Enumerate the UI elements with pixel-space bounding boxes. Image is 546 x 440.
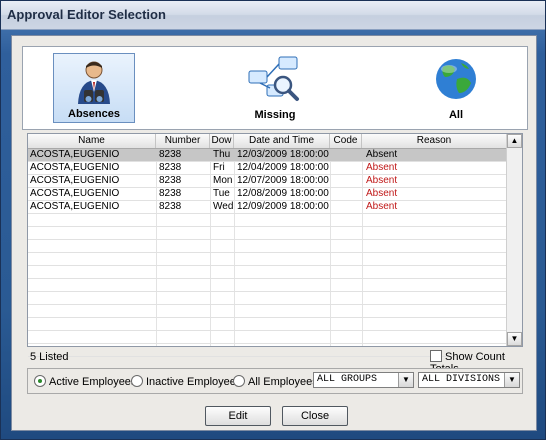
cell-dow: Wed bbox=[213, 201, 234, 212]
grid-header: Name Number Dow Date and Time Code Reaso… bbox=[28, 134, 506, 149]
cell-dow: Fri bbox=[213, 162, 225, 173]
empty-row bbox=[28, 318, 506, 331]
table-row[interactable]: ACOSTA,EUGENIO 8238 Mon 12/07/2009 18:00… bbox=[28, 175, 506, 188]
empty-row bbox=[28, 292, 506, 305]
table-row[interactable]: ACOSTA,EUGENIO 8238 Wed 12/09/2009 18:00… bbox=[28, 201, 506, 214]
empty-row bbox=[28, 279, 506, 292]
cell-reason: Absent bbox=[366, 188, 398, 199]
column-header-number[interactable]: Number bbox=[156, 134, 210, 148]
cell-name: ACOSTA,EUGENIO bbox=[30, 175, 120, 186]
edit-button[interactable]: Edit bbox=[205, 406, 271, 426]
cell-name: ACOSTA,EUGENIO bbox=[30, 149, 120, 160]
empty-row bbox=[28, 240, 506, 253]
column-header-date-time[interactable]: Date and Time bbox=[234, 134, 330, 148]
cell-dow: Tue bbox=[213, 188, 230, 199]
radio-indicator[interactable] bbox=[233, 375, 245, 387]
cell-date-time: 12/09/2009 18:00:00 bbox=[237, 201, 329, 212]
table-row[interactable]: ACOSTA,EUGENIO 8238 Fri 12/04/2009 18:00… bbox=[28, 162, 506, 175]
cell-date-time: 12/08/2009 18:00:00 bbox=[237, 188, 329, 199]
inactive-employees-radio[interactable]: Inactive Employees bbox=[131, 375, 241, 388]
all-label: All bbox=[448, 109, 464, 121]
radio-selected-indicator[interactable] bbox=[34, 375, 46, 387]
groups-dropdown[interactable]: ALL GROUPS ▼ bbox=[313, 372, 414, 388]
empty-row bbox=[28, 266, 506, 279]
title-bar: Approval Editor Selection bbox=[1, 1, 545, 30]
cell-reason: Absent bbox=[366, 201, 398, 212]
inactive-employees-label: Inactive Employees bbox=[146, 376, 242, 388]
missing-label: Missing bbox=[254, 109, 296, 121]
cell-number: 8238 bbox=[159, 201, 182, 212]
all-mode-button[interactable]: All bbox=[415, 53, 497, 123]
table-row[interactable]: ACOSTA,EUGENIO 8238 Thu 12/03/2009 18:00… bbox=[28, 149, 506, 162]
all-globe-icon bbox=[436, 59, 476, 99]
cell-name: ACOSTA,EUGENIO bbox=[30, 162, 120, 173]
missing-mode-button[interactable]: Missing bbox=[234, 53, 316, 123]
column-header-code[interactable]: Code bbox=[330, 134, 362, 148]
cell-number: 8238 bbox=[159, 188, 182, 199]
column-header-dow[interactable]: Dow bbox=[210, 134, 234, 148]
chevron-down-icon[interactable]: ▼ bbox=[398, 373, 413, 387]
approval-grid: Name Number Dow Date and Time Code Reaso… bbox=[27, 133, 523, 357]
cell-number: 8238 bbox=[159, 162, 182, 173]
chevron-down-icon[interactable]: ▼ bbox=[504, 373, 519, 387]
empty-row bbox=[28, 214, 506, 227]
absences-user-binoculars-icon bbox=[78, 61, 110, 104]
empty-row bbox=[28, 331, 506, 344]
radio-indicator[interactable] bbox=[131, 375, 143, 387]
scroll-down-button[interactable]: ▼ bbox=[507, 332, 522, 346]
empty-row bbox=[28, 253, 506, 266]
approval-editor-window: Approval Editor Selection Absences Missi… bbox=[0, 0, 546, 440]
cell-reason: Absent bbox=[366, 149, 398, 160]
empty-row bbox=[28, 227, 506, 240]
cell-name: ACOSTA,EUGENIO bbox=[30, 188, 120, 199]
cell-dow: Mon bbox=[213, 175, 233, 186]
listed-count: 5 Listed bbox=[30, 351, 69, 363]
groups-dropdown-value: ALL GROUPS bbox=[317, 374, 378, 385]
active-employees-label: Active Employees bbox=[49, 376, 137, 388]
cell-date-time: 12/04/2009 18:00:00 bbox=[237, 162, 329, 173]
all-employees-label: All Employees bbox=[248, 376, 318, 388]
active-employees-radio[interactable]: Active Employees bbox=[34, 375, 136, 388]
all-employees-radio[interactable]: All Employees bbox=[233, 375, 318, 388]
column-header-reason[interactable]: Reason bbox=[362, 134, 506, 148]
cell-number: 8238 bbox=[159, 149, 182, 160]
cell-name: ACOSTA,EUGENIO bbox=[30, 201, 120, 212]
employee-filter-bar: Active Employees Inactive Employees All … bbox=[27, 368, 523, 394]
empty-row bbox=[28, 305, 506, 318]
absences-mode-button[interactable]: Absences bbox=[53, 53, 135, 123]
cell-reason: Absent bbox=[366, 162, 398, 173]
cell-reason: Absent bbox=[366, 175, 398, 186]
table-row[interactable]: ACOSTA,EUGENIO 8238 Tue 12/08/2009 18:00… bbox=[28, 188, 506, 201]
window-client-area: Absences Missing All Name Number Dow Dat… bbox=[11, 35, 537, 431]
cell-number: 8238 bbox=[159, 175, 182, 186]
checkbox-box[interactable] bbox=[430, 350, 442, 362]
cell-date-time: 12/07/2009 18:00:00 bbox=[237, 175, 329, 186]
grid-rows: ACOSTA,EUGENIO 8238 Thu 12/03/2009 18:00… bbox=[28, 149, 506, 357]
window-title: Approval Editor Selection bbox=[7, 7, 166, 22]
missing-network-search-icon bbox=[248, 56, 299, 101]
mode-selector-bar: Absences Missing All bbox=[22, 46, 528, 130]
cell-date-time: 12/03/2009 18:00:00 bbox=[237, 149, 329, 160]
divisions-dropdown[interactable]: ALL DIVISIONS ▼ bbox=[418, 372, 520, 388]
divisions-dropdown-value: ALL DIVISIONS bbox=[422, 374, 501, 385]
grid-vertical-scrollbar[interactable]: ▲ ▼ bbox=[506, 134, 522, 346]
scroll-up-button[interactable]: ▲ bbox=[507, 134, 522, 148]
cell-dow: Thu bbox=[213, 149, 231, 160]
absences-label: Absences bbox=[68, 108, 120, 120]
column-header-name[interactable]: Name bbox=[28, 134, 156, 148]
close-button[interactable]: Close bbox=[282, 406, 348, 426]
